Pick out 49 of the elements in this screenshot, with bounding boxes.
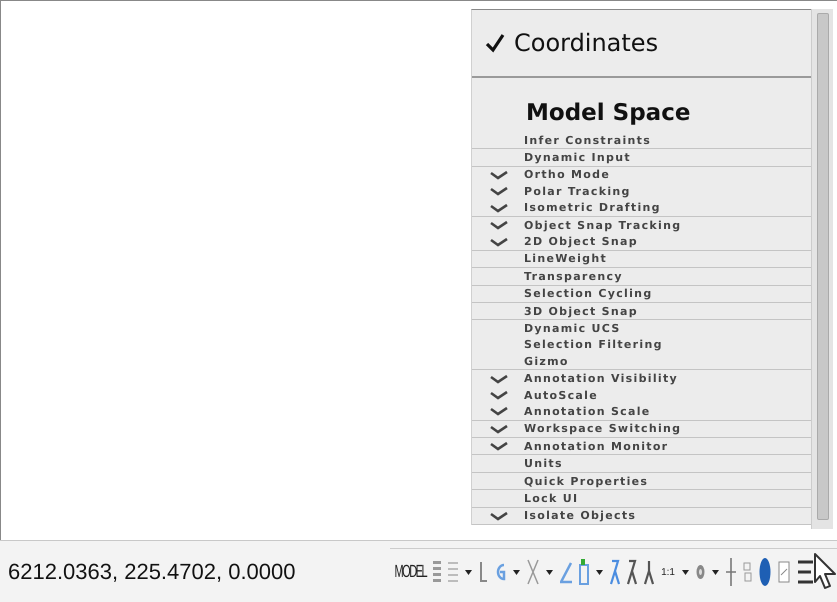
menu-item[interactable]: 2D Object Snap [472, 233, 811, 250]
menu-item[interactable]: Lock UI [472, 490, 811, 507]
annotation-figure-icon[interactable] [627, 559, 638, 585]
hardware-acceleration-icon[interactable] [759, 557, 771, 587]
menu-cursor-icon[interactable] [797, 552, 837, 592]
menu-item[interactable]: Annotation Monitor [472, 438, 811, 454]
caret-icon[interactable] [465, 570, 472, 574]
grid-icon[interactable] [433, 559, 442, 585]
caret-icon[interactable] [596, 570, 604, 574]
clean-screen-icon[interactable] [778, 561, 790, 583]
menu-item[interactable]: Object Snap Tracking [472, 216, 811, 234]
isolate-icon[interactable] [743, 561, 752, 583]
section-title: Model Space [525, 99, 692, 128]
snap-icon[interactable] [448, 560, 458, 584]
menu-item[interactable]: 3D Object Snap [472, 302, 811, 320]
caret-icon[interactable] [513, 570, 520, 574]
menu-item[interactable]: Polar Tracking [472, 183, 811, 200]
menu-item[interactable]: Annotation Visibility [472, 370, 811, 387]
menu-item[interactable]: Selection Filtering [472, 336, 811, 354]
annotation-figure-icon[interactable] [644, 559, 654, 585]
caret-icon[interactable] [546, 570, 554, 574]
menu-item[interactable]: Dynamic UCS [472, 320, 811, 337]
annotation-figure-icon[interactable] [610, 559, 620, 585]
menu-item[interactable]: LineWeight [472, 250, 811, 268]
caret-icon[interactable] [682, 570, 689, 574]
coordinates-readout: 6212.0363, 225.4702, 0.0000 [8, 558, 296, 584]
menu-item[interactable]: Gizmo [472, 353, 811, 370]
gear-icon[interactable] [696, 562, 705, 582]
menu-item[interactable]: AutoScale [472, 386, 811, 404]
menu-item[interactable]: Workspace Switching [472, 420, 811, 438]
isometric-icon[interactable] [527, 559, 540, 585]
angle-icon[interactable] [560, 560, 572, 584]
scrollbar[interactable] [811, 9, 833, 529]
menu-item[interactable]: Quick Properties [472, 472, 811, 490]
menu-item[interactable]: Isolate Objects [472, 508, 811, 524]
annotation-scale-label[interactable]: 1:1 [661, 566, 675, 578]
caret-icon[interactable] [712, 570, 719, 574]
menu-item[interactable]: Dynamic Input [472, 149, 811, 166]
ortho-icon[interactable] [479, 560, 488, 584]
snap-frame-icon[interactable] [579, 559, 590, 585]
menu-item[interactable]: Transparency [472, 268, 811, 285]
model-space-toggle[interactable]: MODEL [394, 562, 426, 582]
menu-item[interactable]: Selection Cycling [472, 286, 811, 302]
menu-item[interactable]: Annotation Scale [472, 403, 811, 420]
menu-item[interactable]: Units [472, 455, 811, 472]
menu-item[interactable]: Isometric Drafting [472, 200, 811, 216]
menu-item[interactable]: Ortho Mode [472, 166, 811, 184]
plus-icon[interactable] [726, 558, 736, 586]
menu-item[interactable]: Infer Constraints [472, 132, 811, 148]
